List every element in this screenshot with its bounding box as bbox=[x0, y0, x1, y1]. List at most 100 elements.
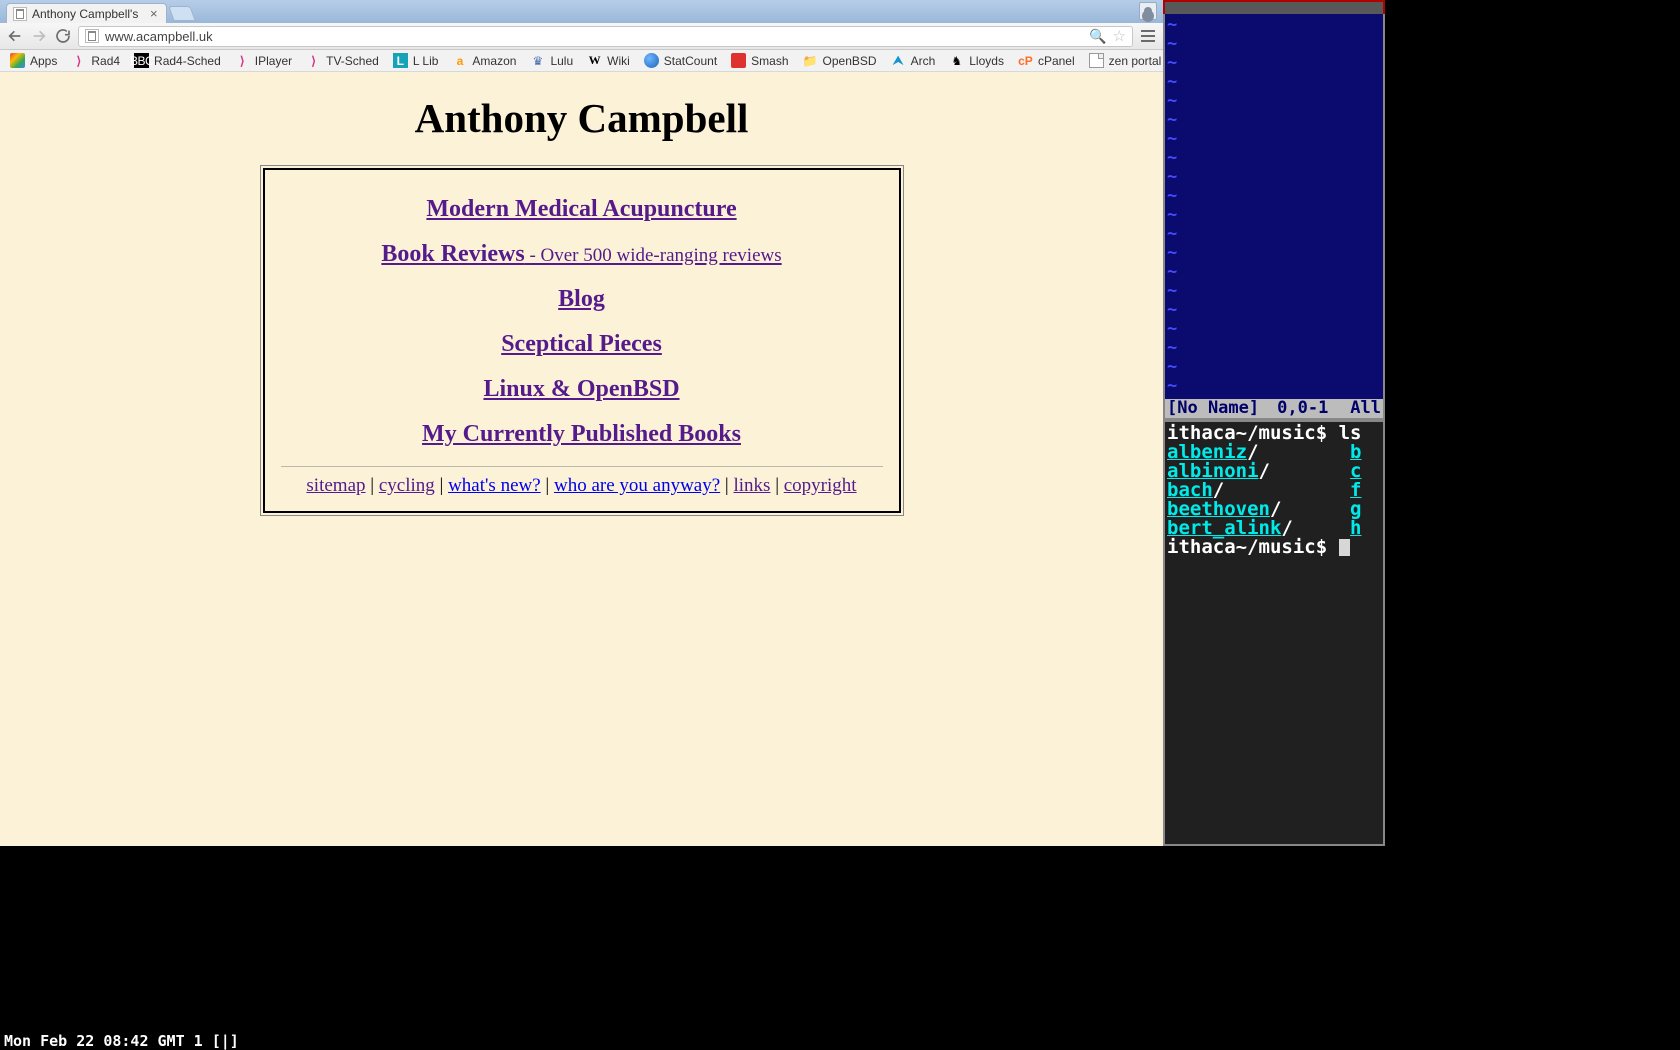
link-sceptical[interactable]: Sceptical Pieces bbox=[275, 331, 889, 358]
vim-tilde-line: ~ bbox=[1167, 339, 1381, 358]
arch-icon: ⮝ bbox=[891, 53, 906, 68]
vim-status-line: [No Name] 0,0-1 All bbox=[1165, 399, 1383, 418]
vim-tilde-line: ~ bbox=[1167, 206, 1381, 225]
bookmark-apps[interactable]: Apps bbox=[4, 53, 63, 68]
bookmark-iplayer[interactable]: ⟩IPlayer bbox=[229, 53, 298, 68]
shell-terminal[interactable]: ithaca~/music$ lsalbeniz/ balbinoni/ cba… bbox=[1163, 420, 1385, 846]
pink-icon: ⟩ bbox=[235, 53, 250, 68]
browser-toolbar: www.acampbell.uk 🔍 ☆ bbox=[0, 23, 1163, 50]
wm-status-bar: Mon Feb 22 08:42 GMT 1 [|] bbox=[0, 1032, 1163, 1050]
link-cycling[interactable]: cycling bbox=[379, 475, 435, 496]
wiki-icon: W bbox=[587, 53, 602, 68]
black-icon: BBC bbox=[134, 53, 149, 68]
vim-tilde-line: ~ bbox=[1167, 225, 1381, 244]
bookmarks-bar: Apps⟩Rad4BBCRad4-Sched⟩IPlayer⟩TV-SchedL… bbox=[0, 50, 1163, 72]
bookmark-rad4-sched[interactable]: BBCRad4-Sched bbox=[128, 53, 227, 68]
horse-icon: ♞ bbox=[949, 53, 964, 68]
page-viewport: Anthony Campbell Modern Medical Acupunct… bbox=[0, 72, 1163, 846]
bookmark-lulu[interactable]: ♛Lulu bbox=[524, 53, 579, 68]
page-content: Anthony Campbell Modern Medical Acupunct… bbox=[0, 94, 1163, 846]
teal-icon: L bbox=[393, 53, 408, 68]
bookmark-smash[interactable]: Smash bbox=[725, 53, 794, 68]
link-blog[interactable]: Blog bbox=[275, 286, 889, 313]
link-acupuncture[interactable]: Modern Medical Acupuncture bbox=[275, 196, 889, 223]
browser-tab[interactable]: Anthony Campbell's H × bbox=[6, 3, 167, 23]
bookmark-star-icon[interactable]: ☆ bbox=[1113, 27, 1126, 45]
vim-tilde-line: ~ bbox=[1167, 149, 1381, 168]
back-button[interactable] bbox=[6, 27, 24, 45]
folder-icon: 📁 bbox=[803, 53, 818, 68]
forward-button[interactable] bbox=[30, 27, 48, 45]
cpanel-icon: cP bbox=[1018, 53, 1033, 68]
site-identity-icon[interactable] bbox=[85, 29, 99, 43]
file-icon bbox=[1089, 53, 1104, 68]
vim-tilde-line: ~ bbox=[1167, 358, 1381, 377]
link-who-are-you[interactable]: who are you anyway? bbox=[554, 475, 720, 496]
vim-tilde-line: ~ bbox=[1167, 16, 1381, 35]
profile-avatar-icon[interactable] bbox=[1139, 2, 1157, 20]
tab-strip: Anthony Campbell's H × bbox=[0, 0, 1163, 23]
bookmark-cpanel[interactable]: cPcPanel bbox=[1012, 53, 1081, 68]
vim-tilde-line: ~ bbox=[1167, 244, 1381, 263]
chrome-browser-window: Anthony Campbell's H × www.acampbell.uk … bbox=[0, 0, 1163, 846]
footer-links: sitemap | cycling | what's new? | who ar… bbox=[275, 475, 889, 497]
link-copyright[interactable]: copyright bbox=[784, 475, 857, 496]
vim-tilde-line: ~ bbox=[1167, 130, 1381, 149]
bookmark-statcount[interactable]: StatCount bbox=[638, 53, 723, 68]
bookmark-zen-portal[interactable]: zen portal bbox=[1083, 53, 1168, 68]
vim-buffer: ~~~~~~~~~~~~~~~~~~~~ bbox=[1165, 14, 1383, 398]
bookmark-tv-sched[interactable]: ⟩TV-Sched bbox=[300, 53, 385, 68]
vim-tilde-line: ~ bbox=[1167, 187, 1381, 206]
hamburger-menu-icon[interactable] bbox=[1139, 27, 1157, 45]
bookmark-lloyds[interactable]: ♞Lloyds bbox=[943, 53, 1010, 68]
bookmark-wiki[interactable]: WWiki bbox=[581, 53, 636, 68]
link-links[interactable]: links bbox=[733, 475, 770, 496]
bookmark-openbsd[interactable]: 📁OpenBSD bbox=[797, 53, 883, 68]
apps-icon bbox=[10, 53, 25, 68]
bookmark-amazon[interactable]: aAmazon bbox=[446, 53, 522, 68]
cursor-icon bbox=[1339, 539, 1350, 556]
vim-tilde-line: ~ bbox=[1167, 263, 1381, 282]
vim-tilde-line: ~ bbox=[1167, 168, 1381, 187]
link-published-books[interactable]: My Currently Published Books bbox=[275, 421, 889, 448]
vim-tilde-line: ~ bbox=[1167, 92, 1381, 111]
vim-scroll-pos: All bbox=[1350, 399, 1381, 418]
bookmark-l-lib[interactable]: LL Lib bbox=[387, 53, 445, 68]
terminal-titlebar[interactable] bbox=[1163, 0, 1385, 14]
vim-terminal[interactable]: ~~~~~~~~~~~~~~~~~~~~ [No Name] 0,0-1 All bbox=[1163, 0, 1385, 420]
tab-close-icon[interactable]: × bbox=[150, 7, 158, 20]
link-sitemap[interactable]: sitemap bbox=[306, 475, 365, 496]
vim-tilde-line: ~ bbox=[1167, 377, 1381, 396]
vim-tilde-line: ~ bbox=[1167, 301, 1381, 320]
zoom-icon[interactable]: 🔍 bbox=[1089, 28, 1106, 45]
vim-tilde-line: ~ bbox=[1167, 35, 1381, 54]
bookmark-rad4[interactable]: ⟩Rad4 bbox=[65, 53, 126, 68]
vim-tilde-line: ~ bbox=[1167, 320, 1381, 339]
reload-button[interactable] bbox=[54, 27, 72, 45]
globe-icon bbox=[644, 53, 659, 68]
new-tab-button[interactable] bbox=[168, 6, 195, 21]
vim-tilde-line: ~ bbox=[1167, 73, 1381, 92]
crown-icon: ♛ bbox=[530, 53, 545, 68]
amazon-icon: a bbox=[452, 53, 467, 68]
bookmark-arch[interactable]: ⮝Arch bbox=[885, 53, 942, 68]
page-favicon-icon bbox=[13, 7, 27, 21]
vim-tilde-line: ~ bbox=[1167, 54, 1381, 73]
main-card: Modern Medical Acupuncture Book Reviews … bbox=[263, 168, 901, 513]
url-text: www.acampbell.uk bbox=[105, 29, 213, 44]
vim-tilde-line: ~ bbox=[1167, 282, 1381, 301]
vim-tilde-line: ~ bbox=[1167, 111, 1381, 130]
shell-prompt[interactable]: ithaca~/music$ bbox=[1167, 538, 1381, 557]
link-whats-new[interactable]: what's new? bbox=[448, 475, 541, 496]
address-bar[interactable]: www.acampbell.uk 🔍 ☆ bbox=[78, 26, 1133, 47]
page-title: Anthony Campbell bbox=[0, 94, 1163, 142]
tab-title: Anthony Campbell's H bbox=[32, 7, 142, 21]
card-divider bbox=[281, 466, 883, 467]
link-linux-openbsd[interactable]: Linux & OpenBSD bbox=[275, 376, 889, 403]
red-icon bbox=[731, 53, 746, 68]
pink-icon: ⟩ bbox=[71, 53, 86, 68]
pink-icon: ⟩ bbox=[306, 53, 321, 68]
link-book-reviews[interactable]: Book Reviews - Over 500 wide-ranging rev… bbox=[275, 241, 889, 268]
vim-buffer-name: [No Name] bbox=[1167, 399, 1259, 418]
vim-cursor-pos: 0,0-1 bbox=[1277, 399, 1328, 418]
